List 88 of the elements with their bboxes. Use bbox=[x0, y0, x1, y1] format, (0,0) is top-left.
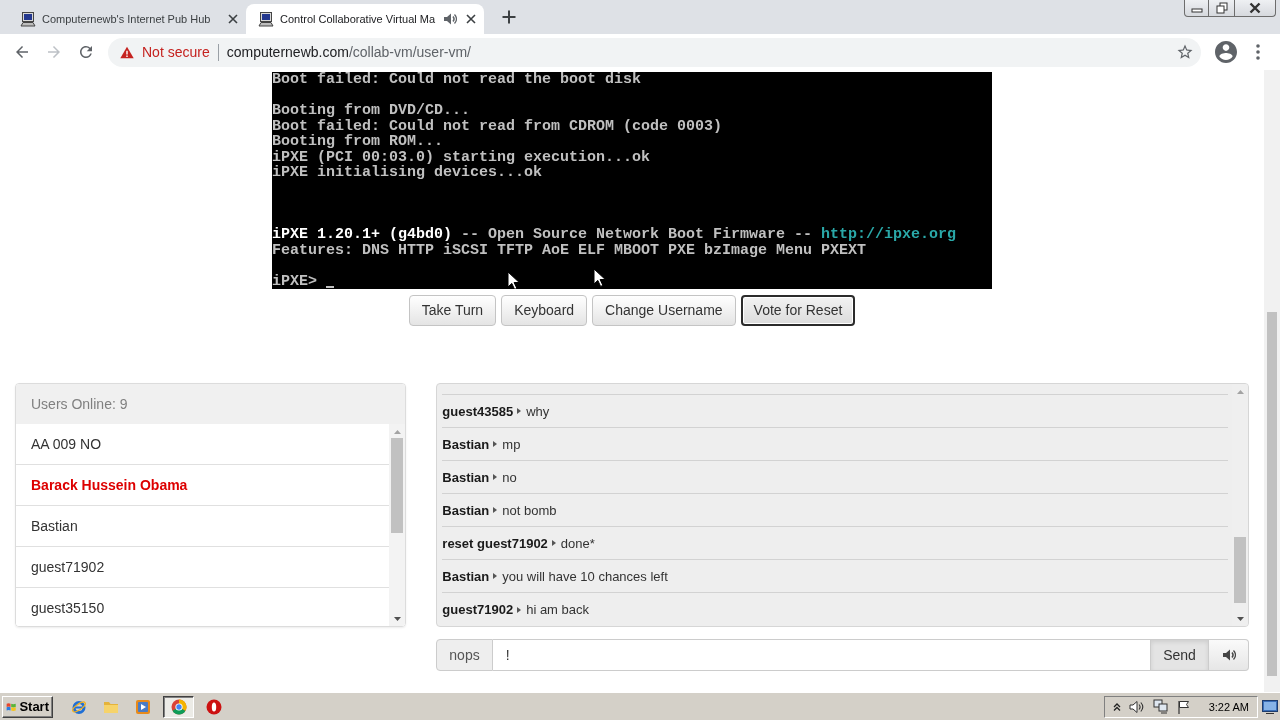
chat-message-text: hi am back bbox=[526, 602, 590, 617]
computer-icon bbox=[20, 11, 36, 27]
chat-username: Bastian bbox=[442, 469, 490, 485]
close-icon bbox=[1249, 2, 1261, 14]
chat-message-text: mp bbox=[502, 436, 521, 452]
chevron-up-icon[interactable] bbox=[1112, 702, 1121, 711]
terminal-text: iPXE 1.20.1+ (g4bd0) -- Open Source Network Boot Firmware -- http://ipxe.org bbox=[272, 227, 957, 243]
up-arrow-icon bbox=[1236, 390, 1244, 394]
browser-tab[interactable]: Control Collaborative Virtual Ma bbox=[246, 4, 484, 34]
user-list-item[interactable]: Bastian bbox=[16, 506, 390, 547]
network-icon[interactable] bbox=[1152, 699, 1169, 714]
security-chip[interactable]: Not secure bbox=[120, 44, 210, 60]
start-button[interactable]: Start bbox=[2, 695, 53, 718]
close-window-button[interactable] bbox=[1235, 0, 1276, 17]
clock-time[interactable]: 3:22 AM bbox=[1208, 700, 1249, 713]
address-bar[interactable]: Not secure computernewb.com/collab-vm/user-vm/ bbox=[108, 37, 1201, 67]
triangle-icon bbox=[493, 441, 498, 447]
terminal-text: Boot failed: Could not read from CDROM (code 0003) bbox=[272, 118, 723, 134]
computer-icon bbox=[258, 11, 274, 27]
chat-message-text: no bbox=[502, 469, 517, 485]
ring-icon bbox=[206, 698, 222, 715]
down-arrow-icon bbox=[393, 617, 401, 621]
terminal-text: Booting from ROM... bbox=[272, 134, 444, 150]
triangle-icon bbox=[493, 573, 498, 579]
user-list-item[interactable]: guest71902 bbox=[16, 547, 390, 588]
send-button[interactable]: Send bbox=[1151, 639, 1209, 671]
browser-tab[interactable]: Computernewb's Internet Pub Hub bbox=[8, 4, 246, 34]
mouse-pointer-icon bbox=[593, 268, 607, 288]
url-text: computernewb.com/collab-vm/user-vm/ bbox=[226, 44, 471, 60]
speaker-icon[interactable] bbox=[1128, 699, 1145, 714]
plus-icon[interactable] bbox=[501, 9, 517, 25]
triangle-icon bbox=[493, 507, 498, 513]
desktop-icon[interactable] bbox=[1262, 699, 1278, 714]
text-cursor-icon bbox=[326, 286, 334, 288]
flag-icon[interactable] bbox=[1176, 699, 1191, 714]
down-arrow-icon bbox=[1236, 617, 1244, 621]
chat-username: guest43585 bbox=[442, 403, 514, 419]
triangle-icon bbox=[493, 474, 498, 480]
user-list-item[interactable]: Barack Hussein Obama bbox=[16, 465, 390, 506]
scrollbar[interactable] bbox=[1232, 384, 1248, 626]
terminal-text: iPXE initialising devices...ok bbox=[272, 165, 543, 181]
page-scrollbar[interactable] bbox=[1264, 70, 1280, 692]
triangle-icon bbox=[517, 606, 522, 613]
username-label: nops bbox=[436, 639, 493, 671]
menu-icon[interactable] bbox=[1256, 44, 1260, 60]
reload-icon[interactable] bbox=[77, 43, 95, 61]
restore-icon bbox=[1215, 2, 1228, 14]
terminal-text: Boot failed: Could not read the boot disk bbox=[272, 72, 642, 88]
vm-button[interactable]: Keyboard bbox=[501, 295, 588, 326]
star-icon[interactable] bbox=[1176, 43, 1194, 61]
segmented-circle-icon bbox=[170, 698, 187, 715]
terminal-text: iPXE> bbox=[272, 273, 317, 289]
chat-username: reset guest71902 bbox=[442, 535, 548, 551]
chat-input[interactable]: ! bbox=[492, 639, 1151, 671]
vm-screen[interactable] bbox=[272, 72, 992, 289]
chat-username: Bastian bbox=[442, 502, 490, 518]
speaker-icon bbox=[1221, 648, 1236, 662]
chat-message-text: why bbox=[526, 403, 550, 419]
orbit-ring-icon bbox=[71, 698, 87, 715]
up-arrow-icon bbox=[393, 430, 401, 434]
chat-username: guest71902 bbox=[442, 602, 514, 617]
triangle-icon bbox=[551, 540, 556, 546]
scrollbar-thumb[interactable] bbox=[1234, 537, 1246, 603]
scrollbar-thumb[interactable] bbox=[1267, 312, 1277, 676]
vm-button[interactable]: Take Turn bbox=[408, 295, 497, 326]
scrollbar-thumb[interactable] bbox=[391, 438, 404, 533]
chat-username: Bastian bbox=[442, 568, 490, 584]
taskbar-button[interactable] bbox=[163, 695, 194, 718]
terminal-text: Booting from DVD/CD... bbox=[272, 103, 471, 119]
play-icon bbox=[135, 698, 151, 715]
scrollbar[interactable] bbox=[389, 424, 406, 626]
chat-message-text: not bomb bbox=[502, 502, 557, 518]
account-icon[interactable] bbox=[1215, 41, 1237, 63]
chat-message-text: you will have 10 chances left bbox=[502, 568, 668, 584]
vm-button[interactable]: Change Username bbox=[592, 295, 736, 326]
triangle-icon bbox=[517, 408, 522, 414]
restore-button[interactable] bbox=[1209, 0, 1235, 17]
minimize-button[interactable] bbox=[1184, 0, 1209, 17]
terminal-text: Features: DNS HTTP iSCSI TFTP AoE ELF MBOOT PXE bzImage Menu PXEXT bbox=[272, 242, 867, 258]
terminal-text: iPXE (PCI 00:03.0) starting execution...ok bbox=[272, 149, 651, 165]
warning-icon bbox=[120, 45, 134, 59]
vm-button[interactable]: Vote for Reset bbox=[740, 295, 856, 326]
sound-button[interactable] bbox=[1209, 639, 1249, 671]
chat-message-text: done* bbox=[560, 535, 595, 551]
panel-heading: Users Online: 9 bbox=[16, 384, 406, 424]
chat-username: Bastian bbox=[442, 436, 490, 452]
user-list-item[interactable]: AA 009 NO bbox=[16, 424, 390, 465]
mouse-pointer-icon bbox=[507, 271, 521, 289]
